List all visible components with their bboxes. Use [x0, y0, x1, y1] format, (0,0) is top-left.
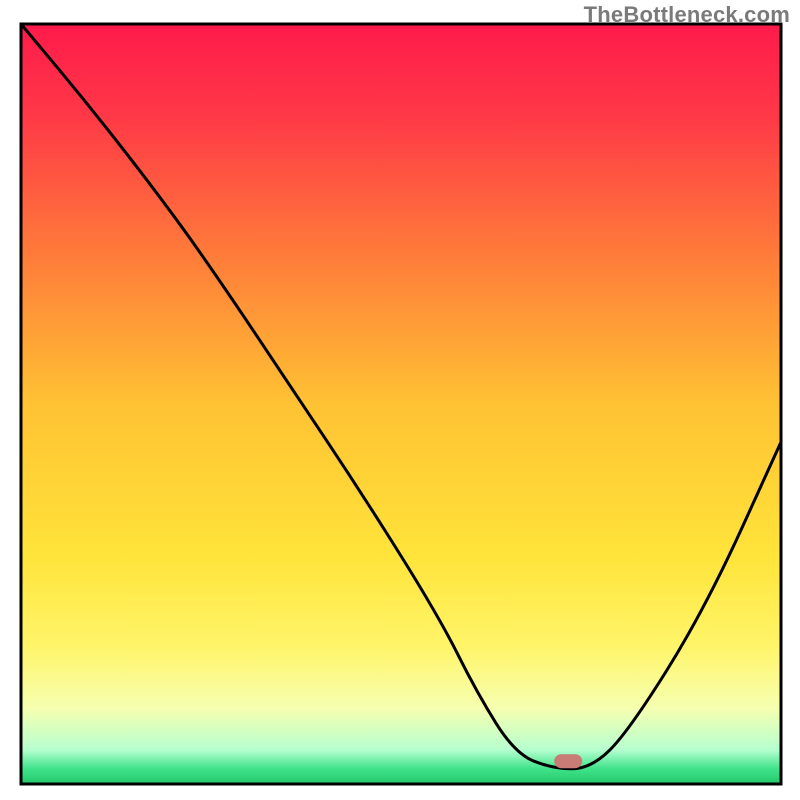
chart-container: TheBottleneck.com — [0, 0, 800, 800]
watermark-label: TheBottleneck.com — [584, 2, 790, 28]
optimal-marker — [554, 754, 582, 768]
bottleneck-chart — [0, 0, 800, 800]
